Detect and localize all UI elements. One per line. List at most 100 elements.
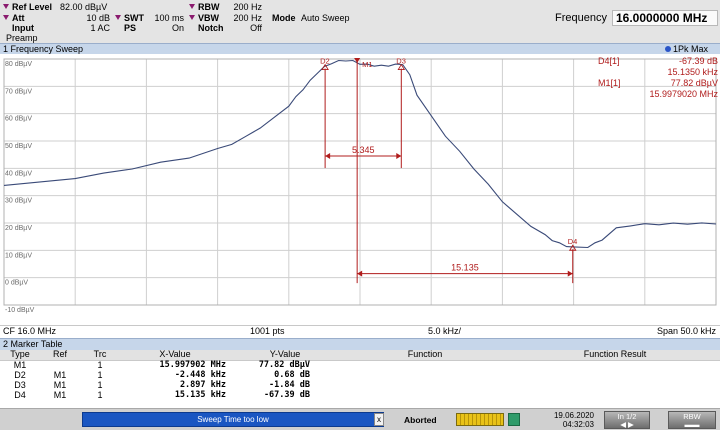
close-message-button[interactable]: x	[374, 413, 384, 426]
division-width: 5.0 kHz/	[428, 326, 462, 336]
row-y-value: 0.68 dB	[274, 369, 310, 380]
y-tick-label: 20 dBµV	[5, 225, 32, 232]
ref-level-value[interactable]: 82.00 dBµV	[60, 2, 107, 12]
att-marker-icon	[3, 15, 9, 20]
row-function-result	[510, 370, 720, 380]
marker-table-title: 2 Marker Table	[3, 339, 63, 349]
frequency-sweep-header[interactable]: 1 Frequency Sweep 1Pk Max	[0, 43, 720, 54]
col-type: Type	[0, 350, 40, 361]
frequency-value[interactable]: 16.0000000 MHz	[612, 10, 718, 26]
att-value[interactable]: 10 dB	[60, 13, 110, 23]
spectrum-plot[interactable]: 80 dBµV 70 dBµV 60 dBµV 50 dBµV 40 dBµV 30 dB…	[0, 55, 720, 325]
marker-table: Type Ref Trc X-Value Y-Value Function Fu…	[0, 350, 720, 407]
marker-info-m1-value2: 15.9979020 MHz	[649, 89, 718, 99]
vbw-value[interactable]: 200 Hz	[220, 13, 262, 23]
vbw-label[interactable]: VBW	[198, 13, 219, 23]
rbw-marker-icon	[189, 4, 195, 9]
row-type: D2	[14, 369, 26, 380]
plot-footer: CF 16.0 MHz 1001 pts 5.0 kHz/ Span 50.0 …	[0, 325, 720, 337]
row-x-value: -2.448 kHz	[174, 369, 226, 380]
row-y-value: -1.84 dB	[269, 379, 310, 390]
marker-label: D2	[320, 57, 330, 66]
ps-value[interactable]: On	[140, 23, 184, 33]
col-trc: Trc	[80, 350, 120, 361]
span-value[interactable]: Span 50.0 kHz	[657, 326, 716, 337]
row-x-value: 15.135 kHz	[174, 389, 226, 400]
marker-label: M1	[362, 60, 372, 69]
sweep-points[interactable]: 1001 pts	[250, 326, 285, 337]
rbw-label[interactable]: RBW	[198, 2, 220, 12]
marker-info-d4-value2: 15.1350 kHz	[667, 67, 718, 77]
datetime: 19.06.2020 04:32:03	[544, 411, 594, 429]
annotation-label: 15.135	[451, 263, 479, 273]
annotation-label: 5.345	[352, 145, 375, 155]
input-value[interactable]: 1 AC	[60, 23, 110, 33]
row-trc: 1	[97, 369, 103, 380]
input-label[interactable]: Input	[12, 23, 34, 33]
trace-indicator-label: 1Pk Max	[672, 44, 708, 54]
y-tick-label: 40 dBµV	[5, 170, 32, 177]
row-y-value: 77.82 dBµV	[258, 359, 310, 370]
y-tick-label: 30 dBµV	[5, 198, 32, 205]
page-button[interactable]: In 1/2 ◀ ▶	[604, 411, 650, 429]
status-date: 19.06.2020	[553, 411, 594, 420]
settings-bar: Ref Level 82.00 dBµV Att 10 dB Input 1 A…	[0, 0, 720, 43]
y-tick-label: 70 dBµV	[5, 88, 32, 95]
notch-value[interactable]: Off	[220, 23, 262, 33]
ref-level-marker-icon	[3, 4, 9, 9]
row-function	[340, 370, 510, 380]
rbw-button[interactable]: RBW ▬▬	[668, 411, 716, 429]
rbw-button-lines-icon: ▬▬	[684, 420, 700, 429]
trace-dot-icon	[664, 46, 671, 52]
row-function	[340, 380, 510, 390]
row-ref: M1	[53, 369, 67, 380]
row-function	[340, 390, 510, 400]
row-function	[340, 360, 510, 370]
row-ref	[40, 360, 80, 370]
sweep-state: Aborted	[404, 415, 437, 425]
table-row[interactable]: D2 M1 1 -2.448 kHz 0.68 dB	[0, 370, 720, 380]
swt-value[interactable]: 100 ms	[140, 13, 184, 23]
marker-info-m1-value1: 77.82 dBµV	[670, 78, 718, 88]
mode-value[interactable]: Auto Sweep	[301, 13, 350, 23]
y-tick-label: 0 dBµV	[5, 280, 28, 287]
status-bar: Sweep Time too low x Aborted 19.06.2020 …	[0, 408, 720, 430]
frequency-readout[interactable]: Frequency 16.0000000 MHz	[549, 8, 720, 28]
row-function-result	[510, 360, 720, 370]
col-function-result: Function Result	[510, 350, 720, 361]
y-tick-label: -10 dBµV	[5, 307, 35, 314]
att-label[interactable]: Att	[12, 13, 25, 23]
center-frequency[interactable]: CF 16.0 MHz	[3, 326, 56, 337]
trace-indicator[interactable]: 1Pk Max	[664, 44, 708, 54]
status-led-icon	[508, 413, 520, 426]
row-function-result	[510, 390, 720, 400]
annotation-arrow-left	[325, 153, 331, 160]
status-message[interactable]: Sweep Time too low	[82, 412, 384, 427]
marker-info-d4-value1: -67.39 dB	[678, 56, 718, 66]
row-type: D4	[14, 389, 26, 400]
marker-table-header[interactable]: 2 Marker Table	[0, 338, 720, 350]
y-tick-label: 80 dBµV	[5, 61, 32, 68]
col-x-value: X-Value	[120, 350, 230, 361]
marker-label: D3	[396, 57, 406, 66]
annotation-arrow-right	[396, 153, 402, 160]
col-ref: Ref	[40, 350, 80, 361]
ref-level-label[interactable]: Ref Level	[12, 2, 52, 12]
table-row[interactable]: D4 M1 1 15.135 kHz -67.39 dB	[0, 390, 720, 400]
vbw-marker-icon	[189, 15, 195, 20]
row-type: M1	[13, 359, 27, 370]
y-tick-label: 60 dBµV	[5, 116, 32, 123]
preamp-label[interactable]: Preamp	[6, 33, 38, 43]
y-tick-label: 50 dBµV	[5, 143, 32, 150]
row-trc: 1	[97, 359, 103, 370]
row-x-value: 2.897 kHz	[179, 379, 226, 390]
marker-table-head-row: Type Ref Trc X-Value Y-Value Function Fu…	[0, 350, 720, 361]
frequency-label: Frequency	[555, 12, 607, 24]
mode-label[interactable]: Mode	[272, 13, 296, 23]
table-row[interactable]: D3 M1 1 2.897 kHz -1.84 dB	[0, 380, 720, 390]
col-y-value: Y-Value	[230, 350, 340, 361]
col-function: Function	[340, 350, 510, 361]
ps-label[interactable]: PS	[124, 23, 136, 33]
table-row[interactable]: M1 1 15.997902 MHz 77.82 dBµV	[0, 360, 720, 370]
rbw-value[interactable]: 200 Hz	[220, 2, 262, 12]
